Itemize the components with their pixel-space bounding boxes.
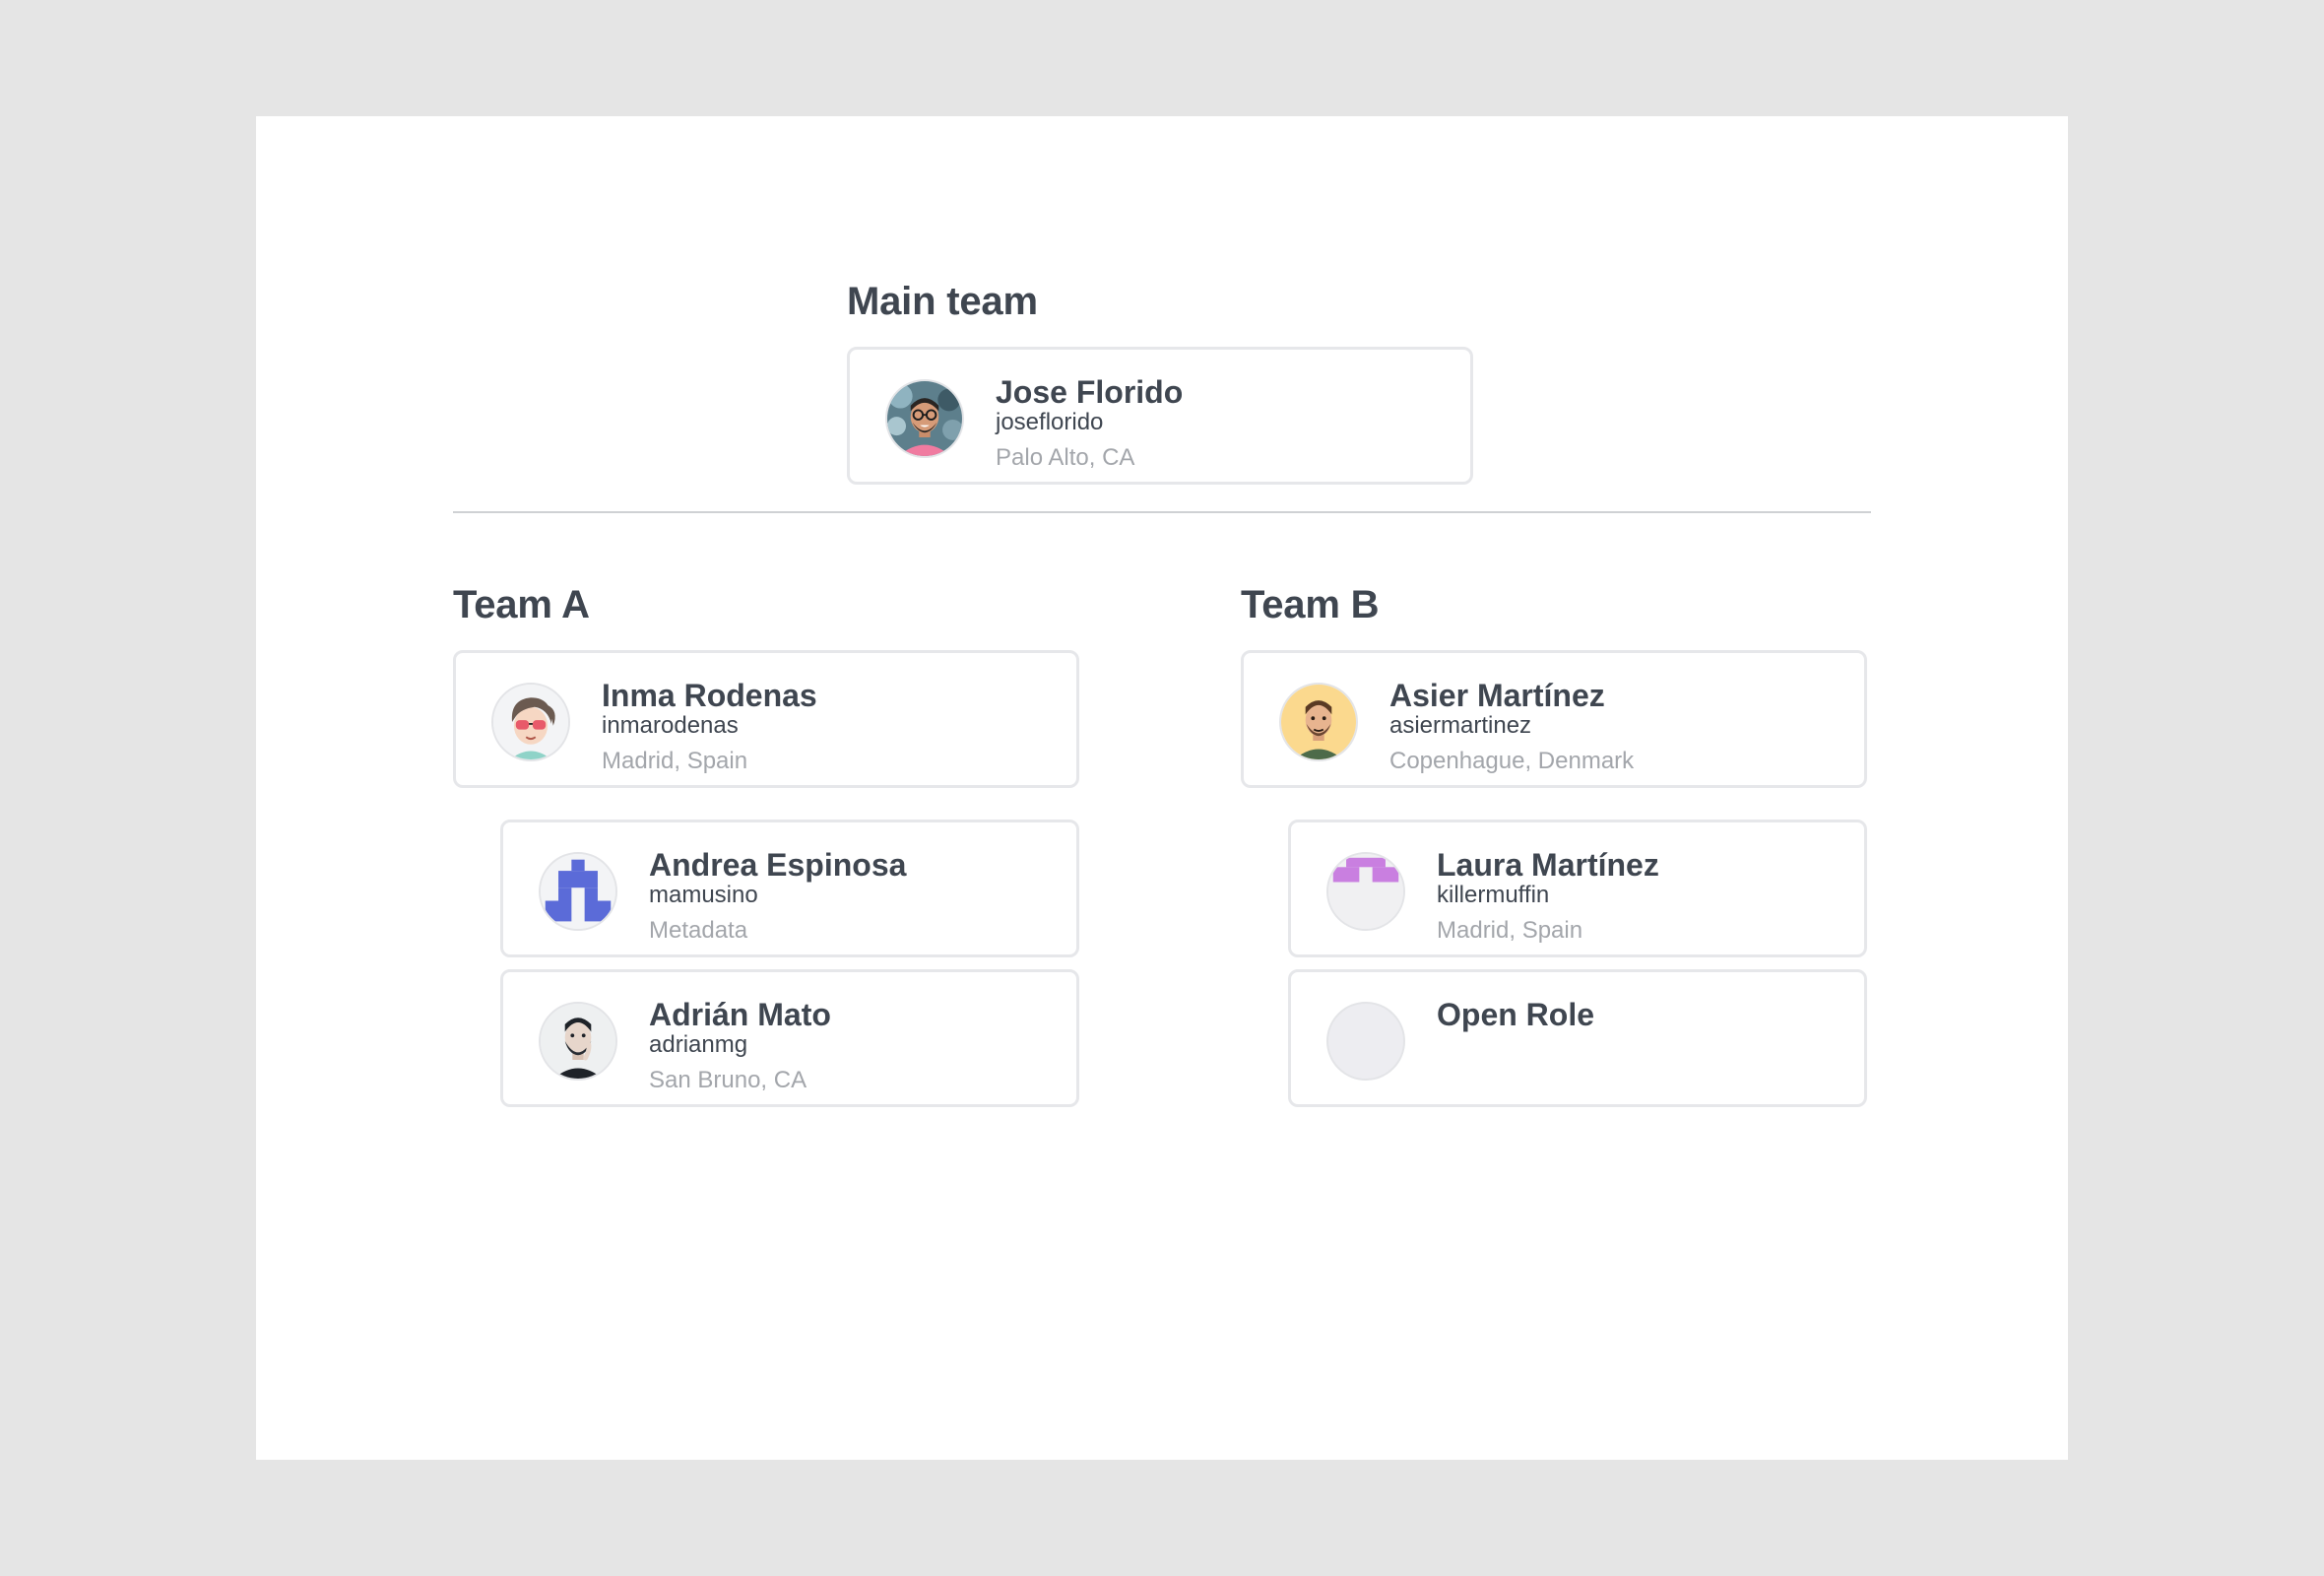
member-name: Adrián Mato: [649, 997, 831, 1032]
member-username: adrianmg: [649, 1031, 748, 1058]
member-username: asiermartinez: [1389, 712, 1532, 739]
member-location: Copenhague, Denmark: [1389, 748, 1635, 774]
member-username: joseflorido: [996, 409, 1104, 435]
avatar-sketch-icon: [539, 1002, 617, 1081]
member-name: Laura Martínez: [1437, 847, 1659, 883]
member-name: Asier Martínez: [1389, 678, 1605, 713]
org-chart-canvas: Main team Jose Florido joseflorido Palo …: [256, 116, 2068, 1460]
section-title-main-team: Main team: [847, 280, 1038, 323]
avatar-cartoon-icon: [491, 683, 570, 761]
member-location: Madrid, Spain: [602, 748, 748, 774]
member-username: killermuffin: [1437, 882, 1550, 908]
member-card-asier-martinez[interactable]: Asier Martínez asiermartinez Copenhague,…: [1241, 650, 1867, 788]
identicon-blue-icon: [539, 852, 617, 931]
divider: [453, 511, 1871, 513]
member-name: Inma Rodenas: [602, 678, 817, 713]
member-name: Andrea Espinosa: [649, 847, 907, 883]
member-location: Metadata: [649, 917, 748, 944]
member-card-laura-martinez[interactable]: Laura Martínez killermuffin Madrid, Spai…: [1288, 820, 1867, 957]
member-card-jose-florido[interactable]: Jose Florido joseflorido Palo Alto, CA: [847, 347, 1473, 485]
member-username: mamusino: [649, 882, 758, 908]
member-location: San Bruno, CA: [649, 1067, 807, 1093]
identicon-purple-icon: [1326, 852, 1405, 931]
member-name: Jose Florido: [996, 374, 1184, 410]
member-location: Palo Alto, CA: [996, 444, 1135, 471]
member-card-inma-rodenas[interactable]: Inma Rodenas inmarodenas Madrid, Spain: [453, 650, 1079, 788]
member-name: Open Role: [1437, 997, 1595, 1032]
member-card-open-role[interactable]: Open Role: [1288, 969, 1867, 1107]
member-card-adrian-mato[interactable]: Adrián Mato adrianmg San Bruno, CA: [500, 969, 1079, 1107]
avatar-cartoon-icon: [1279, 683, 1358, 761]
member-location: Madrid, Spain: [1437, 917, 1583, 944]
section-title-team-a: Team A: [453, 583, 590, 626]
section-title-team-b: Team B: [1241, 583, 1380, 626]
member-card-andrea-espinosa[interactable]: Andrea Espinosa mamusino Metadata: [500, 820, 1079, 957]
member-username: inmarodenas: [602, 712, 739, 739]
avatar-photo-icon: [885, 379, 964, 458]
empty-avatar-icon: [1326, 1002, 1405, 1081]
